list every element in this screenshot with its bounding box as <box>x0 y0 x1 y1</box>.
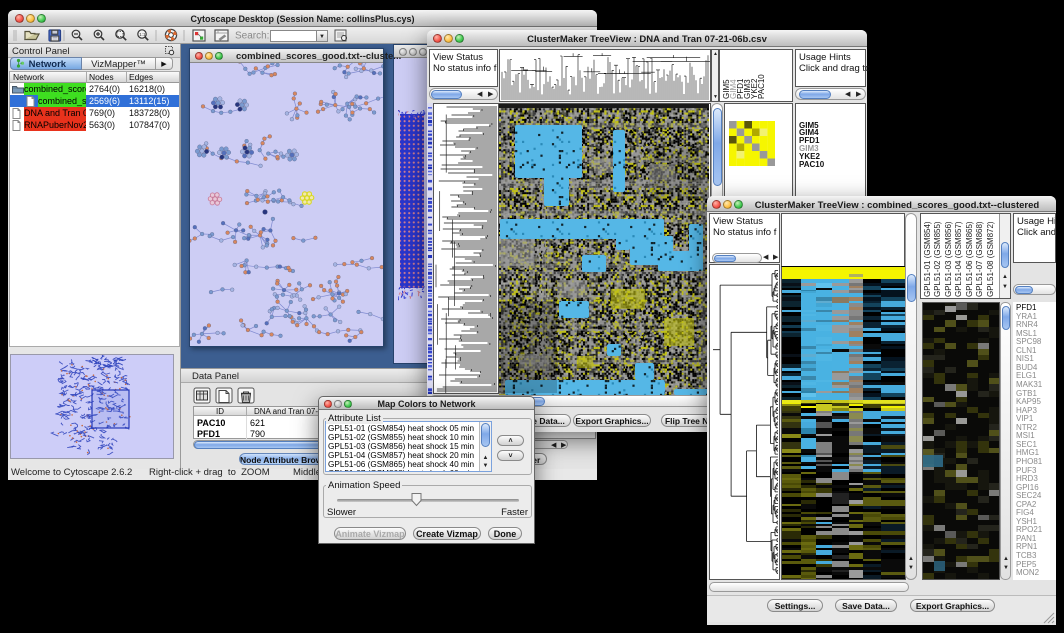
svg-text:1:1: 1:1 <box>139 32 146 37</box>
svg-text:Search:: Search: <box>235 31 269 42</box>
